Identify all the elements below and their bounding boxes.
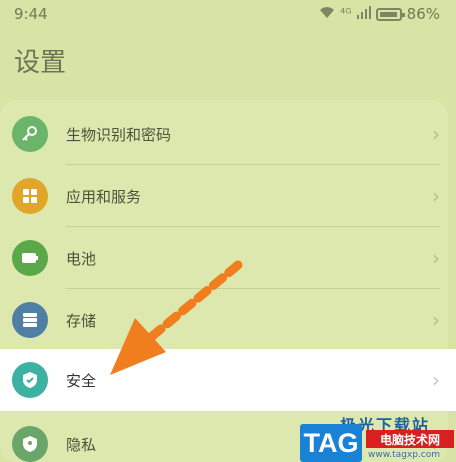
- settings-item-label: 隐私: [66, 435, 97, 454]
- settings-item-label: 应用和服务: [66, 187, 142, 206]
- settings-item-battery[interactable]: 电池 ›: [0, 227, 456, 289]
- chevron-right-icon: ›: [432, 246, 440, 270]
- clock: 9:44: [14, 5, 48, 23]
- page-title: 设置: [14, 48, 67, 78]
- watermark-url: www.tagxp.com: [368, 450, 440, 460]
- wifi-icon: [319, 6, 335, 23]
- network-type-icon: ⁴ᴳ: [340, 6, 352, 22]
- battery-icon: [375, 7, 405, 21]
- status-icons: ⁴ᴳ 86%: [319, 5, 440, 23]
- signal-icon: [356, 5, 371, 23]
- battery-percent: 86%: [406, 5, 440, 23]
- chevron-right-icon: ›: [432, 308, 440, 332]
- grid-icon: [12, 178, 48, 214]
- watermark-site-name: 电脑技术网: [366, 430, 454, 448]
- settings-item-label: 安全: [66, 371, 97, 390]
- settings-item-biometrics[interactable]: 生物识别和密码 ›: [0, 103, 456, 165]
- settings-item-security[interactable]: 安全 ›: [0, 349, 456, 411]
- shield-icon: [12, 362, 48, 398]
- settings-item-label: 存储: [66, 311, 97, 330]
- storage-icon: [12, 302, 48, 338]
- key-icon: [12, 116, 48, 152]
- chevron-right-icon: ›: [432, 368, 440, 392]
- settings-item-storage[interactable]: 存储 ›: [0, 289, 456, 351]
- battery-icon: [12, 240, 48, 276]
- settings-item-label: 电池: [66, 249, 97, 268]
- settings-item-apps[interactable]: 应用和服务 ›: [0, 165, 456, 227]
- watermark-tag: TAG: [300, 424, 362, 462]
- chevron-right-icon: ›: [432, 122, 440, 146]
- settings-item-label: 生物识别和密码: [66, 125, 172, 144]
- watermark-logo: 极光下载站 TAG 电脑技术网 www.tagxp.com: [300, 410, 456, 462]
- privacy-shield-icon: [12, 426, 48, 462]
- chevron-right-icon: ›: [432, 184, 440, 208]
- status-bar: 9:44 ⁴ᴳ 86%: [0, 0, 456, 28]
